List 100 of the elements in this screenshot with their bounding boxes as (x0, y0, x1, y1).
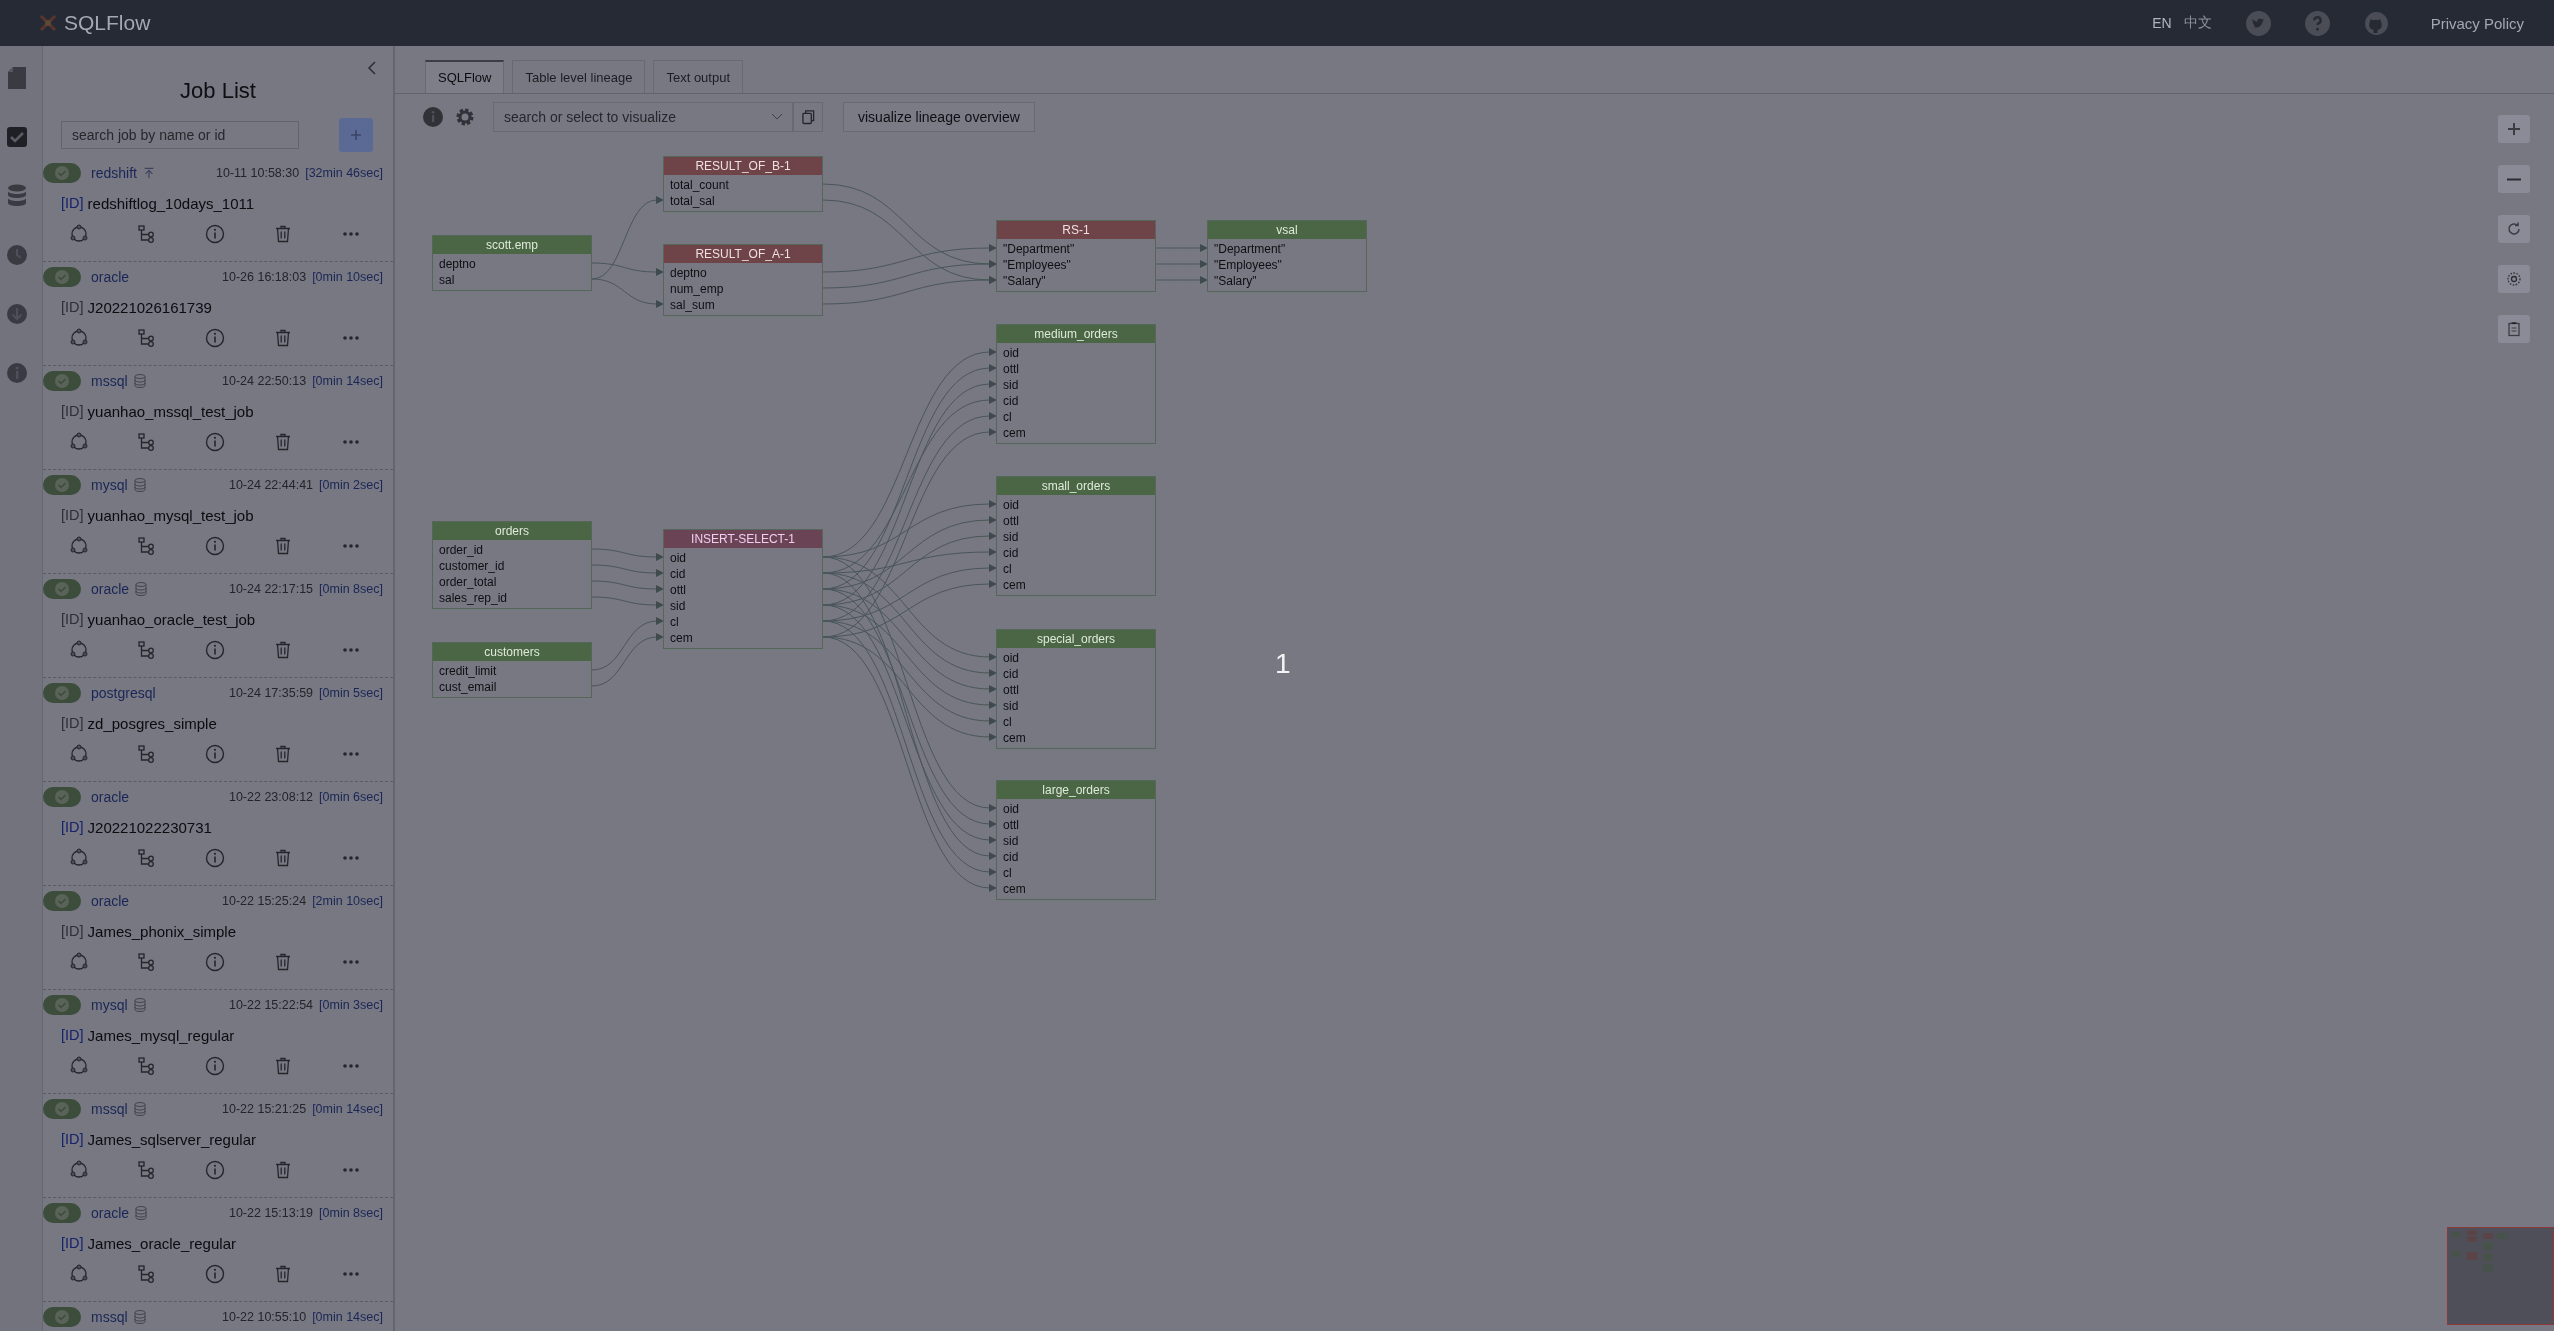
trash-icon[interactable] (273, 1056, 293, 1076)
database-icon[interactable] (6, 184, 28, 208)
graph-icon[interactable] (69, 640, 89, 660)
table-node[interactable]: RESULT_OF_B-1 total_count total_sal (663, 156, 823, 212)
table-node[interactable]: small_orders oid ottl sid cid cl cem (996, 476, 1156, 596)
column-name[interactable]: total_count (664, 177, 822, 193)
column-name[interactable]: cust_email (433, 679, 591, 695)
table-node[interactable]: customers credit_limit cust_email (432, 642, 592, 698)
column-name[interactable]: cid (997, 666, 1155, 682)
clock-icon[interactable] (6, 243, 28, 267)
column-name[interactable]: cl (997, 561, 1155, 577)
table-node[interactable]: orders order_id customer_id order_total sales_rep_id (432, 521, 592, 609)
trash-icon[interactable] (273, 1160, 293, 1180)
tree-icon[interactable] (137, 952, 157, 972)
job-name[interactable]: yuanhao_oracle_test_job (87, 610, 256, 628)
tree-icon[interactable] (137, 432, 157, 452)
job-name[interactable]: yuanhao_mssql_test_job (87, 402, 254, 420)
column-name[interactable]: customer_id (433, 558, 591, 574)
job-name[interactable]: James_phonix_simple (87, 922, 236, 940)
settings-icon[interactable] (455, 107, 475, 127)
column-name[interactable]: sal_sum (664, 297, 822, 313)
column-name[interactable]: sal (433, 272, 591, 288)
column-name[interactable]: oid (997, 497, 1155, 513)
collapse-chevron-icon[interactable] (367, 60, 377, 76)
trash-icon[interactable] (273, 432, 293, 452)
info-icon[interactable] (205, 432, 225, 452)
graph-icon[interactable] (69, 1056, 89, 1076)
column-name[interactable]: sid (997, 833, 1155, 849)
graph-icon[interactable] (69, 744, 89, 764)
column-name[interactable]: order_total (433, 574, 591, 590)
sql-file-icon[interactable] (6, 66, 28, 90)
language-link[interactable]: EN (2152, 15, 2172, 31)
info-icon[interactable] (205, 1160, 225, 1180)
tree-icon[interactable] (137, 744, 157, 764)
tree-icon[interactable] (137, 224, 157, 244)
trash-icon[interactable] (273, 224, 293, 244)
column-name[interactable]: total_sal (664, 193, 822, 209)
column-name[interactable]: ottl (664, 582, 822, 598)
zoom-in-button[interactable] (2498, 115, 2530, 143)
info-icon[interactable] (423, 107, 443, 127)
column-name[interactable]: cem (664, 630, 822, 646)
column-name[interactable]: cem (997, 425, 1155, 441)
column-name[interactable]: "Salary" (997, 273, 1155, 289)
locate-button[interactable] (2498, 265, 2530, 293)
column-name[interactable]: sid (997, 529, 1155, 545)
column-name[interactable]: cid (997, 849, 1155, 865)
table-node[interactable]: scott.emp deptno sal (432, 235, 592, 291)
table-node[interactable]: INSERT-SELECT-1 oid cid ottl sid cl cem (663, 529, 823, 649)
tree-icon[interactable] (137, 536, 157, 556)
column-name[interactable]: "Employees" (1208, 257, 1366, 273)
graph-icon[interactable] (69, 224, 89, 244)
column-name[interactable]: oid (664, 550, 822, 566)
download-icon[interactable] (6, 302, 28, 326)
tab[interactable]: SQLFlow (425, 60, 505, 93)
trash-icon[interactable] (273, 952, 293, 972)
table-node[interactable]: RS-1 "Department" "Employees" "Salary" (996, 220, 1156, 292)
info-icon[interactable] (205, 224, 225, 244)
table-node[interactable]: vsal "Department" "Employees" "Salary" (1207, 220, 1367, 292)
column-name[interactable]: deptno (664, 265, 822, 281)
trash-icon[interactable] (273, 848, 293, 868)
info-icon[interactable] (6, 361, 28, 385)
column-name[interactable]: cem (997, 881, 1155, 897)
table-node[interactable]: RESULT_OF_A-1 deptno num_emp sal_sum (663, 244, 823, 316)
info-icon[interactable] (205, 640, 225, 660)
table-node[interactable]: special_orders oid cid ottl sid cl cem (996, 629, 1156, 749)
trash-icon[interactable] (273, 328, 293, 348)
checkbox-icon[interactable] (6, 125, 28, 149)
graph-icon[interactable] (69, 952, 89, 972)
column-name[interactable]: cid (997, 393, 1155, 409)
job-name[interactable]: James_mysql_regular (87, 1026, 235, 1044)
tree-icon[interactable] (137, 1160, 157, 1180)
graph-icon[interactable] (69, 432, 89, 452)
graph-icon[interactable] (69, 536, 89, 556)
job-search-field[interactable]: search job by name or id (61, 121, 300, 149)
graph-icon[interactable] (69, 848, 89, 868)
job-name[interactable]: redshiftlog_10days_1011 (87, 194, 255, 212)
graph-icon[interactable] (69, 1264, 89, 1284)
copy-button[interactable] (793, 102, 823, 132)
visualize-lineage-overview-button[interactable]: visualize lineage overview (843, 102, 1035, 132)
language-link[interactable]: 中文 (2183, 14, 2212, 32)
column-name[interactable]: "Department" (1208, 241, 1366, 257)
graph-icon[interactable] (69, 1160, 89, 1180)
reset-button[interactable] (2498, 215, 2530, 243)
column-name[interactable]: cid (997, 545, 1155, 561)
column-name[interactable]: ottl (997, 361, 1155, 377)
column-name[interactable]: cem (997, 730, 1155, 746)
column-name[interactable]: cl (997, 409, 1155, 425)
zoom-out-button[interactable] (2498, 165, 2530, 193)
column-name[interactable]: oid (997, 650, 1155, 666)
column-name[interactable]: sid (664, 598, 822, 614)
info-icon[interactable] (205, 952, 225, 972)
info-icon[interactable] (205, 848, 225, 868)
job-name[interactable]: James_sqlserver_regular (87, 1130, 256, 1148)
tree-icon[interactable] (137, 640, 157, 660)
column-name[interactable]: "Employees" (997, 257, 1155, 273)
trash-icon[interactable] (273, 1264, 293, 1284)
column-name[interactable]: sid (997, 698, 1155, 714)
column-name[interactable]: deptno (433, 256, 591, 272)
column-name[interactable]: oid (997, 801, 1155, 817)
column-name[interactable]: "Department" (997, 241, 1155, 257)
